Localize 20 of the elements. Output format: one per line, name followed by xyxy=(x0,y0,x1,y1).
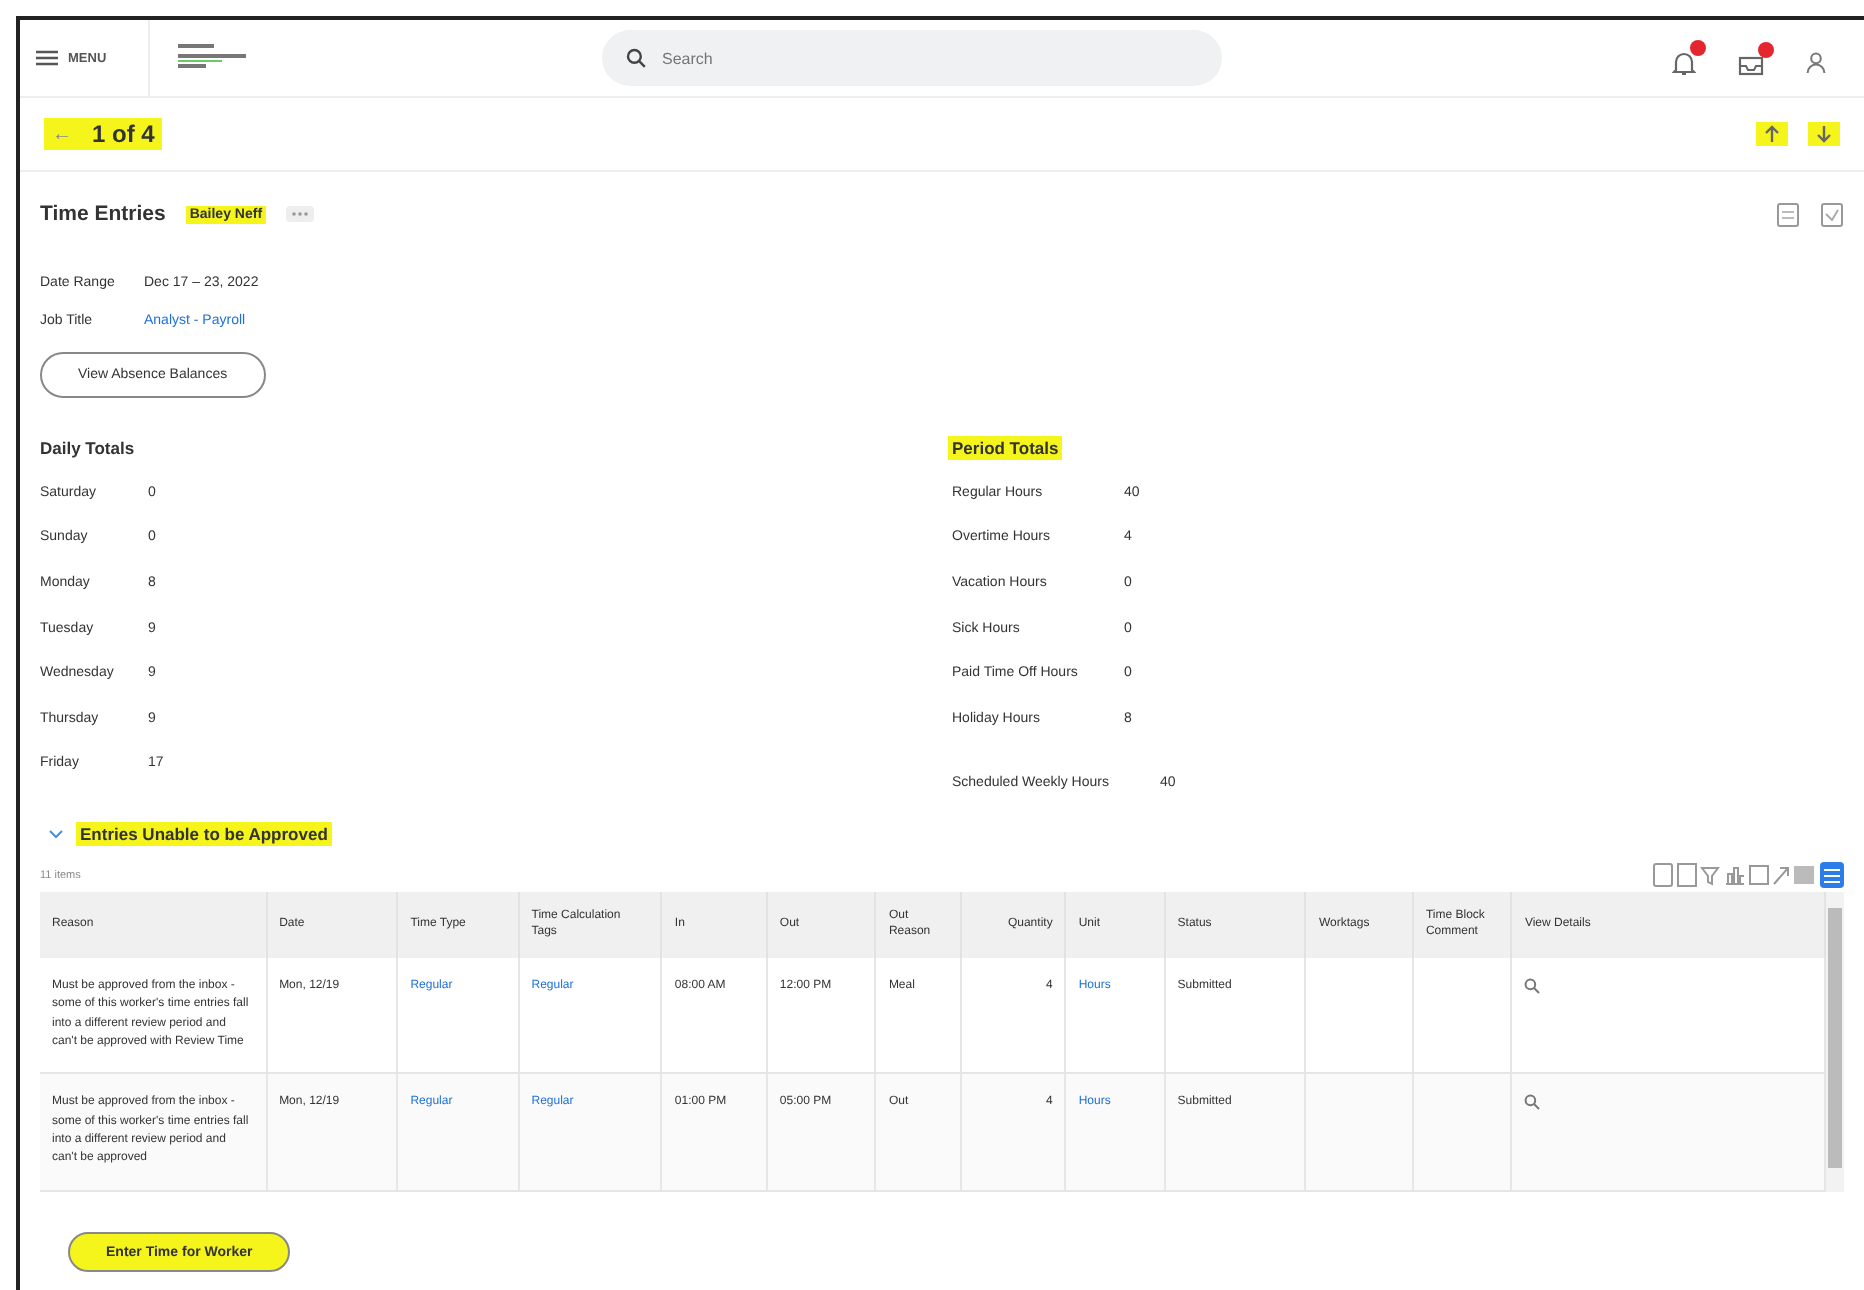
table-toolbar-icons-drawing[interactable] xyxy=(1652,862,1844,889)
notification-badge xyxy=(1758,41,1774,57)
search-icon xyxy=(626,48,646,68)
page-title: Time Entries xyxy=(40,202,166,226)
notification-badge xyxy=(1690,40,1706,56)
spreadsheet-icon[interactable] xyxy=(1820,201,1844,227)
menu-icon xyxy=(36,50,58,66)
more-icon[interactable] xyxy=(286,206,315,222)
magnifier-icon[interactable] xyxy=(1524,978,1541,995)
section-heading: Entries Unable to be Approved xyxy=(76,822,332,847)
inbox-button[interactable] xyxy=(1738,41,1774,75)
pager-back-button[interactable]: ← 1 of 4 xyxy=(44,118,163,150)
section-heading: Daily Totals xyxy=(38,436,137,460)
search-field[interactable]: Search xyxy=(602,30,1222,86)
section-heading: Period Totals xyxy=(948,436,1063,460)
scrollbar[interactable] xyxy=(1826,892,1844,1192)
export-icon[interactable] xyxy=(1776,201,1800,227)
magnifier-icon[interactable] xyxy=(1524,1094,1541,1111)
chevron-icon[interactable] xyxy=(48,828,64,841)
notifications-button[interactable] xyxy=(1672,40,1706,76)
